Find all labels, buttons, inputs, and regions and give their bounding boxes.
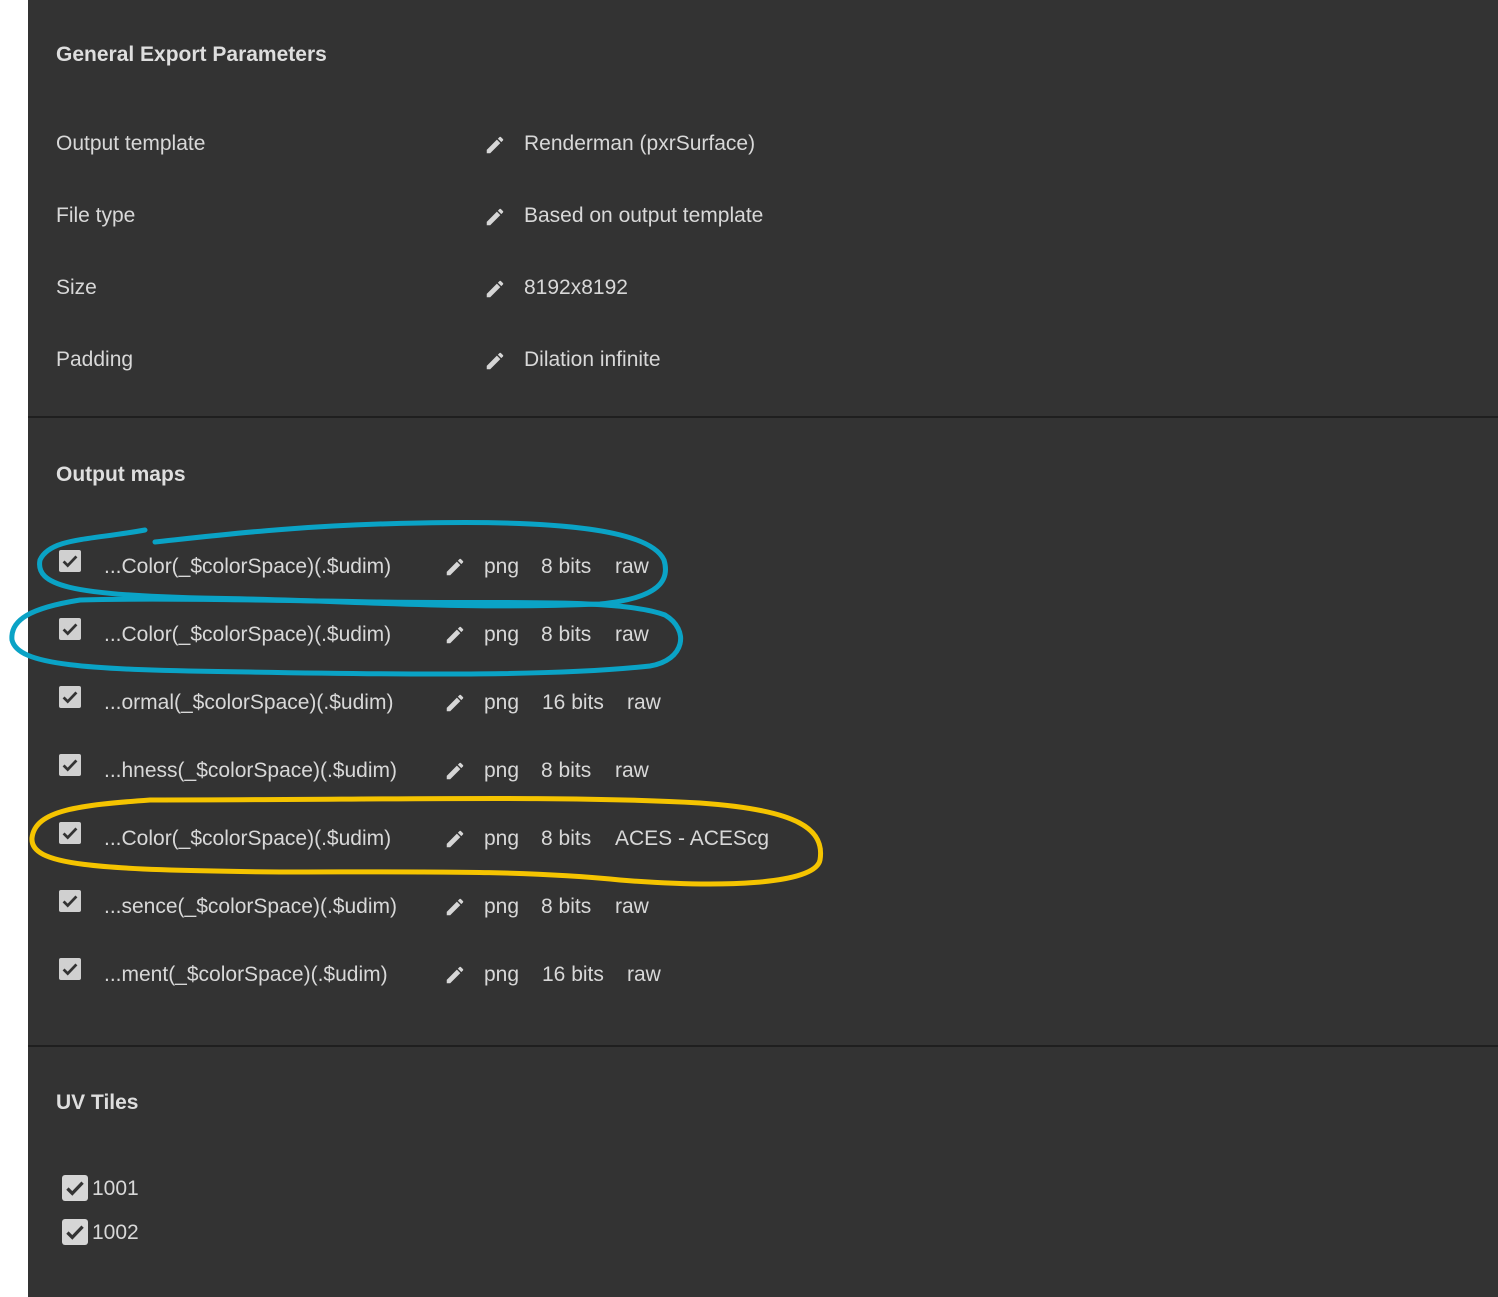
map-color-space: raw (615, 623, 649, 646)
export-panel: General Export Parameters Output templat… (28, 0, 1498, 1297)
map-name: ...ment(_$colorSpace)(.$udim) (104, 963, 388, 986)
edit-map-icon[interactable] (444, 828, 466, 850)
map-checkbox[interactable] (59, 686, 81, 708)
map-checkbox[interactable] (59, 890, 81, 912)
map-name: ...Color(_$colorSpace)(.$udim) (104, 555, 392, 578)
param-label-padding: Padding (56, 348, 134, 371)
edit-map-icon[interactable] (444, 624, 466, 646)
edit-map-icon[interactable] (444, 964, 466, 986)
edit-map-icon[interactable] (444, 896, 466, 918)
map-bits: 8 bits (541, 827, 592, 850)
edit-file-type-icon[interactable] (484, 206, 506, 228)
param-value-file-type[interactable]: Based on output template (524, 204, 763, 228)
uv-tile-label: 1002 (92, 1221, 139, 1244)
map-name: ...ormal(_$colorSpace)(.$udim) (104, 691, 394, 714)
map-format: png (484, 555, 520, 578)
map-format: png (484, 895, 520, 918)
section-divider (28, 1045, 1498, 1047)
map-bits: 16 bits (542, 691, 604, 714)
uv-tile-checkbox-1002[interactable] (62, 1219, 88, 1245)
map-color-space: raw (627, 691, 661, 714)
map-bits: 16 bits (542, 963, 604, 986)
map-bits: 8 bits (541, 895, 592, 918)
map-name: ...hness(_$colorSpace)(.$udim) (104, 759, 397, 782)
map-format: png (484, 827, 520, 850)
map-color-space: raw (615, 759, 649, 782)
map-format: png (484, 963, 520, 986)
uv-tile-checkbox-1001[interactable] (62, 1175, 88, 1201)
map-checkbox[interactable] (59, 822, 81, 844)
map-name: ...Color(_$colorSpace)(.$udim) (104, 827, 392, 850)
param-label-size: Size (56, 276, 97, 299)
output-maps-title: Output maps (56, 463, 186, 486)
map-format: png (484, 623, 520, 646)
map-bits: 8 bits (541, 759, 592, 782)
map-bits: 8 bits (541, 555, 592, 578)
param-value-output-template[interactable]: Renderman (pxrSurface) (524, 132, 755, 156)
general-section-title: General Export Parameters (56, 43, 327, 66)
map-format: png (484, 691, 520, 714)
param-value-padding[interactable]: Dilation infinite (524, 348, 661, 372)
map-color-space: raw (615, 895, 649, 918)
section-divider (28, 416, 1498, 418)
edit-map-icon[interactable] (444, 556, 466, 578)
map-bits: 8 bits (541, 623, 592, 646)
map-color-space: raw (615, 555, 649, 578)
edit-padding-icon[interactable] (484, 350, 506, 372)
map-format: png (484, 759, 520, 782)
edit-size-icon[interactable] (484, 278, 506, 300)
param-label-output-template: Output template (56, 132, 206, 155)
map-name: ...sence(_$colorSpace)(.$udim) (104, 895, 397, 918)
param-value-size[interactable]: 8192x8192 (524, 276, 628, 300)
map-checkbox[interactable] (59, 754, 81, 776)
map-checkbox[interactable] (59, 618, 81, 640)
map-color-space: ACES - ACEScg (615, 827, 770, 850)
map-color-space: raw (627, 963, 661, 986)
edit-map-icon[interactable] (444, 760, 466, 782)
edit-output-template-icon[interactable] (484, 134, 506, 156)
uv-tiles-title: UV Tiles (56, 1091, 139, 1114)
edit-map-icon[interactable] (444, 692, 466, 714)
uv-tile-label: 1001 (92, 1177, 139, 1200)
map-checkbox[interactable] (59, 958, 81, 980)
param-label-file-type: File type (56, 204, 136, 227)
map-checkbox[interactable] (59, 550, 81, 572)
map-name: ...Color(_$colorSpace)(.$udim) (104, 623, 392, 646)
